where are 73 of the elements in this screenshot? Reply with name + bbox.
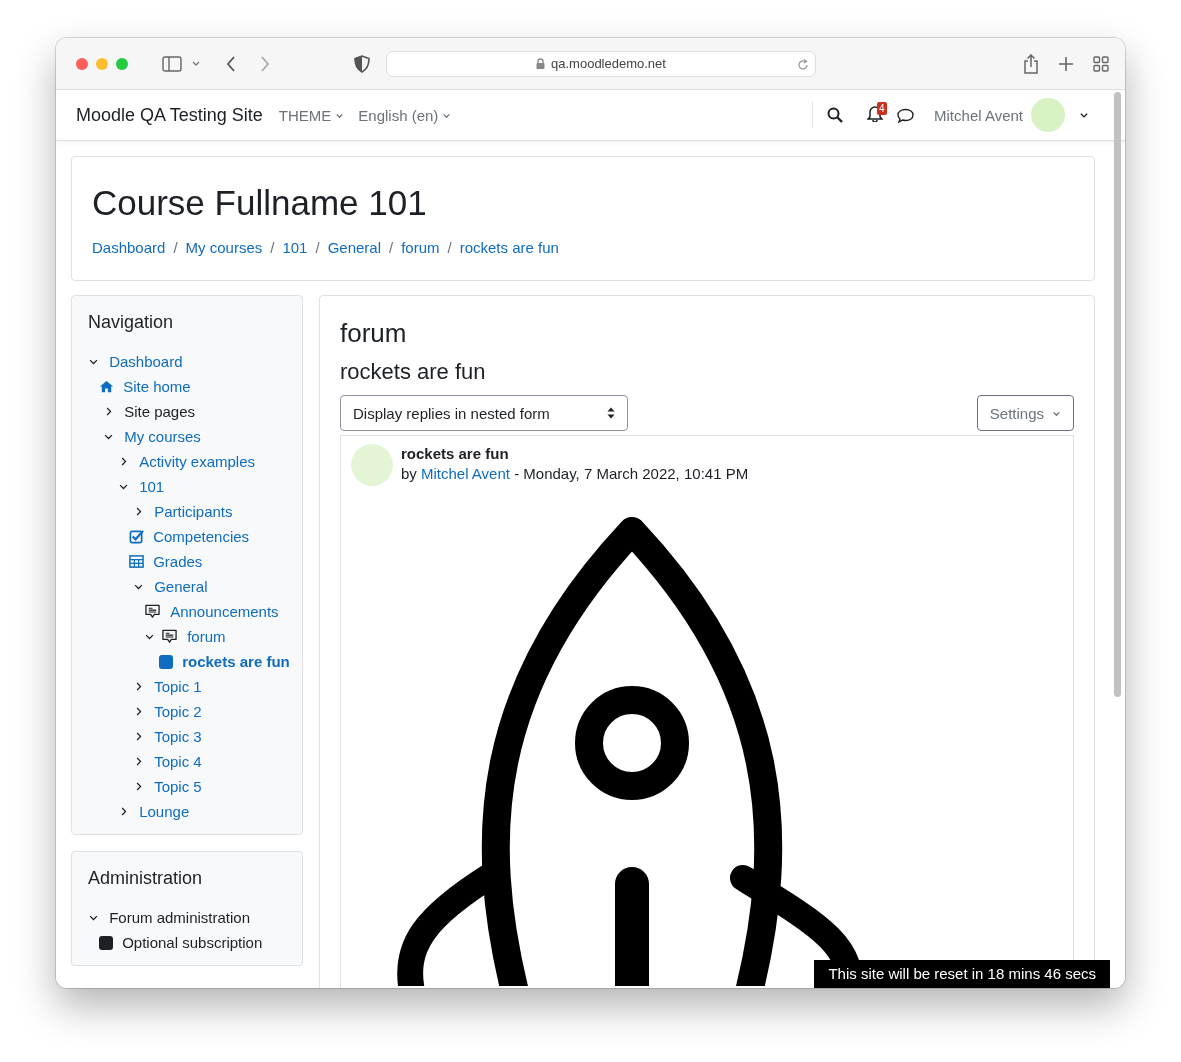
tree-item[interactable]: forum xyxy=(187,624,226,649)
tree-item[interactable]: Competencies xyxy=(153,524,250,549)
breadcrumb-link[interactable]: 101 xyxy=(282,239,308,256)
breadcrumb-separator: / xyxy=(315,239,320,256)
square-icon xyxy=(99,936,113,950)
breadcrumb-separator: / xyxy=(447,239,452,256)
share-icon[interactable] xyxy=(1023,53,1039,74)
tree-item[interactable]: Activity examples xyxy=(139,449,256,474)
bell-icon[interactable] xyxy=(867,104,884,122)
close-icon[interactable] xyxy=(76,57,88,70)
discussion-title: rockets are fun xyxy=(340,359,487,385)
tree-item[interactable]: Topic 4 xyxy=(154,749,202,774)
tree-item[interactable]: Grades xyxy=(153,549,203,574)
settings-button[interactable]: Settings xyxy=(976,395,1074,431)
chat-bubble-icon[interactable] xyxy=(897,107,915,123)
url-text: qa.moodledemo.net xyxy=(551,56,666,71)
activity-title: forum xyxy=(340,318,408,349)
breadcrumb-separator: / xyxy=(389,239,394,256)
tree-item[interactable]: Lounge xyxy=(139,799,190,824)
plus-icon[interactable] xyxy=(1059,56,1073,71)
tree-item[interactable]: Topic 2 xyxy=(154,699,202,724)
dropdown-menu[interactable]: THEME xyxy=(278,106,345,124)
search-icon[interactable] xyxy=(827,107,844,123)
tree-item[interactable]: Participants xyxy=(154,499,233,524)
chevron-down-icon[interactable] xyxy=(1079,110,1089,120)
tree-item[interactable]: Announcements xyxy=(170,599,279,624)
display-mode-select[interactable]: Display replies in nested form xyxy=(340,395,628,431)
tree-item[interactable]: 101 xyxy=(139,474,165,499)
breadcrumb-link[interactable]: General xyxy=(327,239,381,256)
tree-item[interactable]: rockets are fun xyxy=(182,649,290,674)
user-name[interactable]: Mitchel Avent xyxy=(934,106,1023,124)
square-icon xyxy=(159,655,173,669)
checkbox-icon xyxy=(129,529,144,544)
breadcrumb-separator: / xyxy=(270,239,275,256)
tree-item[interactable]: General xyxy=(154,574,208,599)
breadcrumb-separator: / xyxy=(173,239,178,256)
tree-item[interactable]: Topic 5 xyxy=(154,774,202,799)
author-link[interactable]: Mitchel Avent xyxy=(421,465,510,482)
breadcrumb-link[interactable]: forum xyxy=(401,239,440,256)
tree-item[interactable]: My courses xyxy=(124,424,201,449)
block-title: Administration xyxy=(88,868,204,889)
avatar xyxy=(351,444,393,486)
tabs-grid-icon[interactable] xyxy=(1093,55,1109,72)
breadcrumb-link[interactable]: Dashboard xyxy=(92,239,166,256)
tree-item[interactable]: Topic 3 xyxy=(154,724,202,749)
speech-bubble-icon xyxy=(144,604,161,619)
course-title: Course Fullname 101 xyxy=(92,183,428,223)
post-byline: by Mitchel Avent - Monday, 7 March 2022, 10:41 PM xyxy=(401,464,749,484)
notification-count: 4 xyxy=(877,101,887,115)
post-subject: rockets are fun xyxy=(401,444,510,464)
dropdown-menu[interactable]: English (en) xyxy=(358,106,452,124)
reset-notice: This site will be reset in 18 mins 46 secs xyxy=(814,960,1110,988)
address-bar[interactable]: qa.moodledemo.net xyxy=(386,50,816,77)
breadcrumb-link[interactable]: rockets are fun xyxy=(459,239,559,256)
home-icon xyxy=(99,379,114,394)
tree-item[interactable]: Topic 1 xyxy=(154,674,202,699)
block-title: Navigation xyxy=(88,312,175,333)
lock-icon xyxy=(536,58,546,69)
sort-arrows-icon xyxy=(607,407,615,419)
tree-item[interactable]: Site pages xyxy=(124,399,196,424)
back-icon[interactable] xyxy=(226,55,236,72)
tree-item[interactable]: Optional subscription xyxy=(122,930,263,955)
sidebar-icon[interactable] xyxy=(162,55,182,72)
tree-item[interactable]: Dashboard xyxy=(109,349,183,374)
site-name[interactable]: Moodle QA Testing Site xyxy=(76,104,263,126)
breadcrumb-link[interactable]: My courses xyxy=(185,239,263,256)
speech-bubble-icon xyxy=(161,629,178,644)
scrollbar-thumb[interactable] xyxy=(1114,92,1121,697)
reload-icon[interactable] xyxy=(797,58,809,71)
tree-item[interactable]: Site home xyxy=(123,374,191,399)
table-icon xyxy=(129,554,144,569)
tree-item[interactable]: Forum administration xyxy=(109,905,251,930)
shield-icon[interactable] xyxy=(354,54,370,73)
